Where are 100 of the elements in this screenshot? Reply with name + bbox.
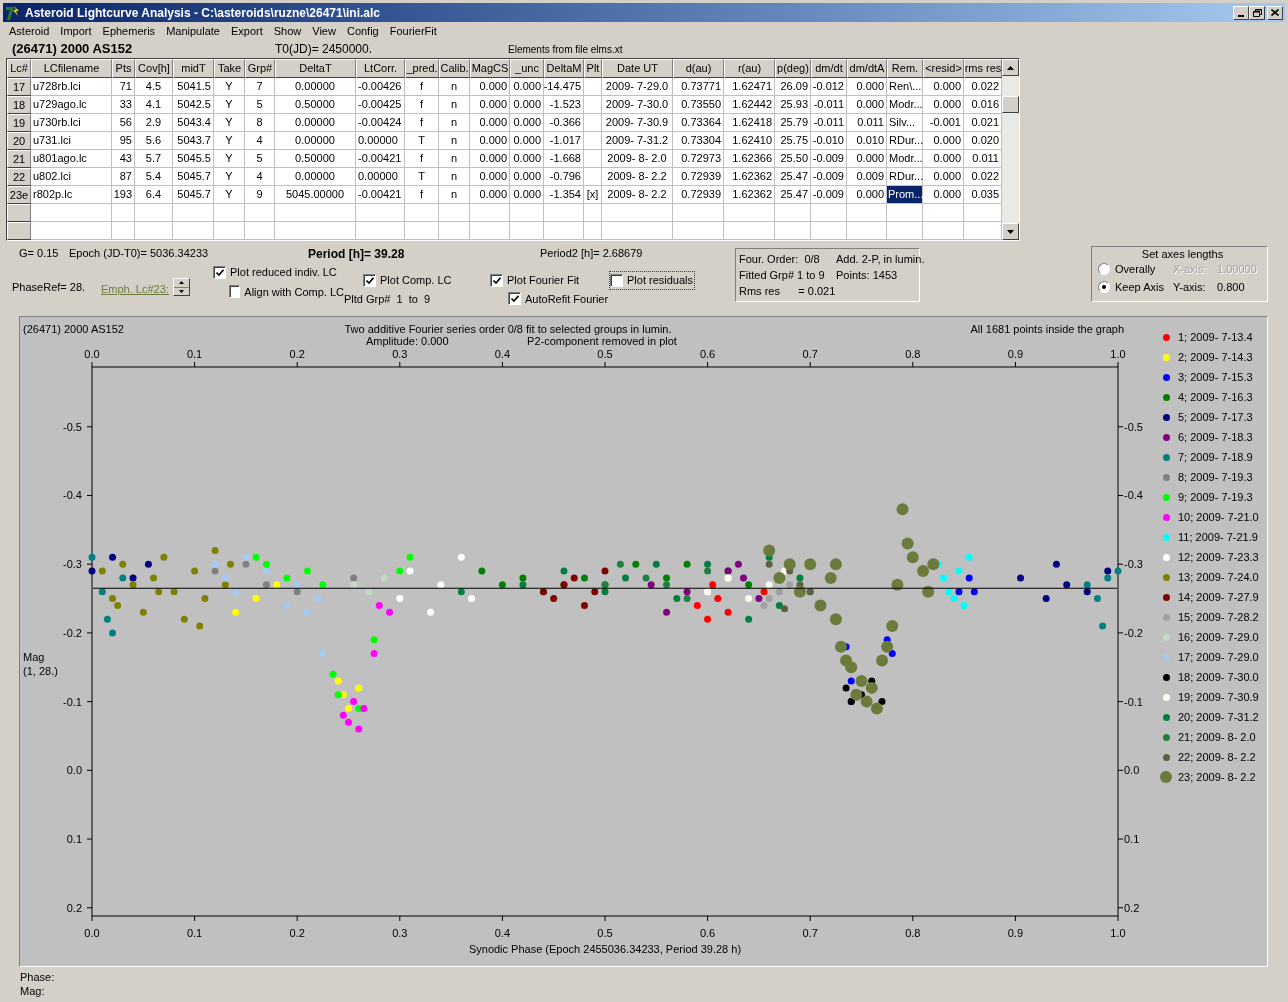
table-cell: 5 [245,150,275,168]
axis-tick-label: 0.3 [392,927,408,939]
legend-label: 20; 2009- 7-31.2 [1178,709,1259,725]
axis-tick-label: 0.2 [1124,901,1140,914]
table-cell: Y [214,96,245,114]
table-cell: 0.000 [847,150,887,168]
legend-label: 21; 2009- 8- 2.0 [1178,729,1256,745]
fit-info-text: Add. 2-P, in lumin. [836,252,925,267]
fit-info-text: Fitted Grp# 1 to 9 [739,268,826,283]
table-cell: 0.000 [847,78,887,96]
checkbox-label: Plot reduced indiv. LC [230,265,337,280]
table-cell: 9 [245,186,275,204]
table-cell: 0.73550 [673,96,724,114]
legend-label: 3; 2009- 7-15.3 [1178,369,1253,385]
points-note: All 1681 points inside the graph [970,323,1124,335]
table-cell: 0.000 [470,168,510,186]
status-label: Mag: [20,984,46,998]
table-cell: 2009- 7-30.9 [602,114,673,132]
axis-tick-label: 0.5 [597,927,613,939]
table-cell: -1.668 [544,150,584,168]
table-cell: 1.62471 [724,78,775,96]
table-cell: 0.00000 [356,168,405,186]
table-cell: 25.50 [775,150,811,168]
table-cell: 1.62418 [724,114,775,132]
table-cell: 0.000 [510,150,544,168]
table-cell: 0.000 [470,186,510,204]
table-cell: 8 [245,114,275,132]
legend-label: 17; 2009- 7-29.0 [1178,649,1259,665]
table-cell: 87 [112,168,135,186]
table-cell: Y [214,114,245,132]
table-cell: 0.000 [510,168,544,186]
epoch-label: Epoch (JD-T0)= 5036.34233 [69,246,210,262]
table-cell: 4.1 [135,96,173,114]
table-cell: 2009- 7-31.2 [602,132,673,150]
table-cell: n [439,168,470,186]
axis-tick-label: -0.5 [63,420,82,433]
table-cell: 95 [112,132,135,150]
legend-label: 7; 2009- 7-18.9 [1178,449,1253,465]
table-cell: 0.73304 [673,132,724,150]
axis-tick-label: 0.9 [1007,348,1024,360]
table-cell: u731.lci [31,132,112,150]
table-cell: 56 [112,114,135,132]
table-cell: -0.011 [811,114,847,132]
table-cell: 2009- 8- 2.2 [602,168,673,186]
table-cell: 25.93 [775,96,811,114]
table-cell: [x] [584,186,602,204]
period-label: Period [h]= 39.28 [308,245,406,263]
table-cell: 5045.5 [173,150,214,168]
legend-label: 5; 2009- 7-17.3 [1178,409,1253,425]
table-cell: f [405,78,439,96]
table-cell: f [405,186,439,204]
axis-tick-label: -0.3 [63,558,82,571]
table-cell: 5.6 [135,132,173,150]
table-cell: -0.001 [923,114,964,132]
table-cell: -0.00421 [356,186,405,204]
table-cell: 193 [112,186,135,204]
table-cell: T [405,132,439,150]
group-title: Set axes lengths [1141,247,1224,261]
x-axis-title: Synodic Phase (Epoch 2455036.34233, Period 39.28 h) [468,943,742,955]
table-cell: 0.000 [470,78,510,96]
table-cell: 5041.5 [173,78,214,96]
axis-tick-label: -0.2 [63,626,82,639]
legend-label: 8; 2009- 7-19.3 [1178,469,1253,485]
table-cell: u730rb.lci [31,114,112,132]
table-cell: 5042.5 [173,96,214,114]
table-cell: 0.000 [510,96,544,114]
table-cell: 33 [112,96,135,114]
p2-note: P2-component removed in plot [527,335,677,347]
table-cell: u729ago.lc [31,96,112,114]
table-cell: 0.00000 [275,168,356,186]
table-cell: 0.72939 [673,186,724,204]
axis-tick-label: 0.8 [905,927,921,939]
axis-tick-label: 1.0 [1110,348,1126,360]
legend-label: 18; 2009- 7-30.0 [1178,669,1259,685]
legend-label: 12; 2009- 7-23.3 [1178,549,1259,565]
axis-tick-label: 0.8 [905,348,921,360]
table-cell: 0.000 [923,186,964,204]
table-cell: u801ago.lc [31,150,112,168]
table-cell: r802p.lc [31,186,112,204]
asteroid-name: (26471) 2000 AS152 [11,40,134,59]
table-cell: 4 [245,168,275,186]
table-cell: -0.00424 [356,114,405,132]
table-cell: 0.000 [470,114,510,132]
elements-source: Elements from file elms.xt [508,42,623,57]
table-cell: 5.7 [135,150,173,168]
period2-label: Period2 [h]= 2.68679 [540,246,643,262]
table-cell: 0.000 [923,132,964,150]
axis-tick-label: 0.1 [186,927,203,939]
checkbox-label: AutoRefit Fourier [525,291,609,307]
axis-tick-label: 0.7 [802,927,818,939]
checkbox-label: Plot residuals [627,273,694,288]
axis-tick-label: -0.5 [1124,420,1143,433]
table-cell: u728rb.lci [31,78,112,96]
checkbox-label: Align with Comp. LC [244,284,344,298]
table-cell: -14.475 [544,78,584,96]
checkbox-label: Plot Fourier Fit [507,273,580,288]
table-cell: n [439,114,470,132]
table-cell: -0.009 [811,186,847,204]
axis-tick-label: -0.2 [1124,626,1143,639]
t0-label: T0(JD)= 2450000. [275,41,374,58]
